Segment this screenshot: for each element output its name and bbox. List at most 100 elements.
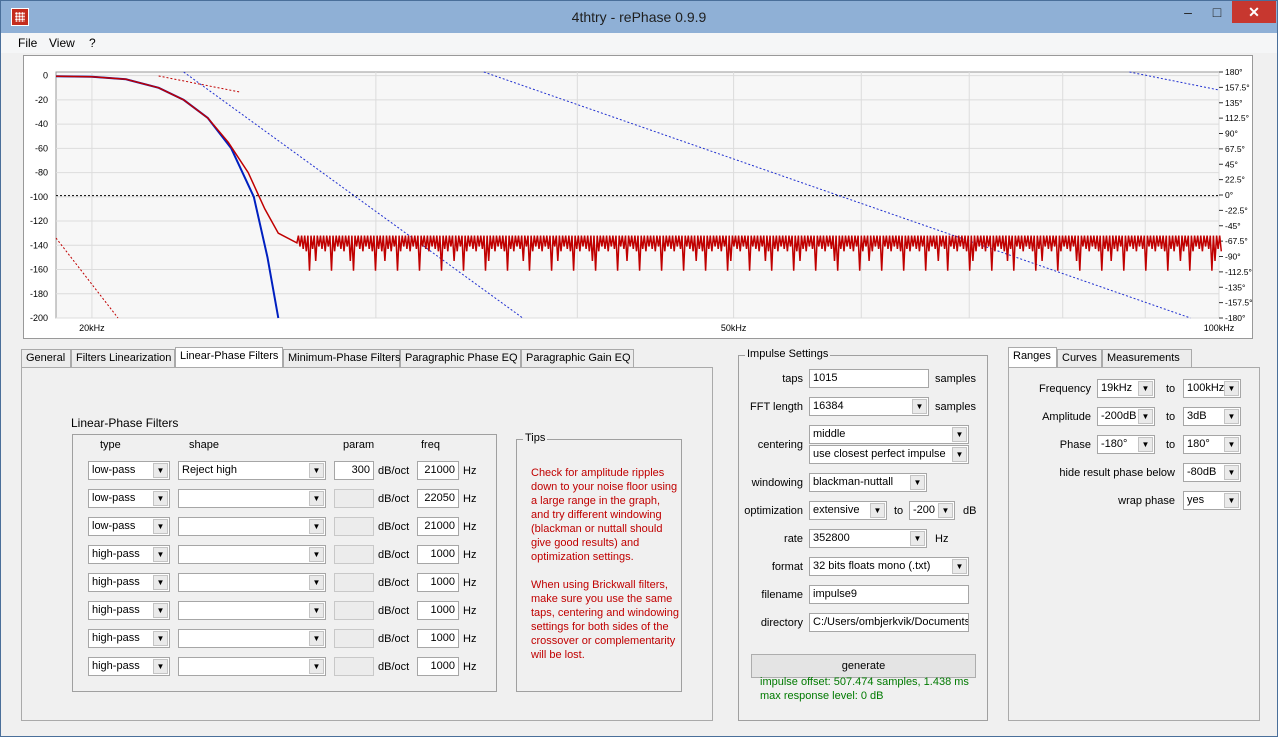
- filter-param-input[interactable]: [334, 517, 374, 536]
- filter-type-select[interactable]: low-pass ▼: [88, 517, 170, 536]
- hide-phase-select[interactable]: -80dB ▼: [1183, 463, 1241, 482]
- close-button[interactable]: ✕: [1232, 1, 1276, 23]
- filter-shape-select[interactable]: ▼: [178, 657, 326, 676]
- tab-curves[interactable]: Curves: [1057, 349, 1102, 367]
- chevron-down-icon[interactable]: ▼: [309, 519, 324, 534]
- generate-button[interactable]: generate: [751, 654, 976, 678]
- chevron-down-icon[interactable]: ▼: [910, 475, 925, 490]
- wrap-phase-select[interactable]: yes ▼: [1183, 491, 1241, 510]
- filter-param-input[interactable]: [334, 545, 374, 564]
- filter-freq-input[interactable]: 1000: [417, 657, 459, 676]
- chevron-down-icon[interactable]: ▼: [153, 631, 168, 646]
- frequency-from-select[interactable]: 19kHz ▼: [1097, 379, 1155, 398]
- filter-freq-input[interactable]: 1000: [417, 601, 459, 620]
- filter-param-input[interactable]: [334, 629, 374, 648]
- directory-input[interactable]: C:/Users/ombjerkvik/Documents/: [809, 613, 969, 632]
- chevron-down-icon[interactable]: ▼: [309, 603, 324, 618]
- filter-freq-input[interactable]: 21000: [417, 461, 459, 480]
- chevron-down-icon[interactable]: ▼: [153, 519, 168, 534]
- chevron-down-icon[interactable]: ▼: [153, 547, 168, 562]
- tab-minimum-phase-filters[interactable]: Minimum-Phase Filters: [283, 349, 400, 367]
- frequency-to-select[interactable]: 100kHz ▼: [1183, 379, 1241, 398]
- filter-param-input[interactable]: [334, 573, 374, 592]
- chevron-down-icon[interactable]: ▼: [1138, 437, 1153, 452]
- chevron-down-icon[interactable]: ▼: [1224, 381, 1239, 396]
- optimization-select[interactable]: extensive ▼: [809, 501, 887, 520]
- chevron-down-icon[interactable]: ▼: [309, 631, 324, 646]
- tab-linear-phase-filters[interactable]: Linear-Phase Filters: [175, 347, 283, 367]
- chevron-down-icon[interactable]: ▼: [309, 575, 324, 590]
- tab-measurements[interactable]: Measurements: [1102, 349, 1192, 367]
- filter-type-select[interactable]: high-pass ▼: [88, 657, 170, 676]
- filter-type-select[interactable]: low-pass ▼: [88, 461, 170, 480]
- phase-to-select[interactable]: 180° ▼: [1183, 435, 1241, 454]
- amplitude-from-select[interactable]: -200dB ▼: [1097, 407, 1155, 426]
- chevron-down-icon[interactable]: ▼: [153, 659, 168, 674]
- centering-select[interactable]: middle ▼: [809, 425, 969, 444]
- centering-mode-select[interactable]: use closest perfect impulse ▼: [809, 445, 969, 464]
- tab-filters-linearization[interactable]: Filters Linearization: [71, 349, 175, 367]
- filter-shape-select[interactable]: ▼: [178, 629, 326, 648]
- chevron-down-icon[interactable]: ▼: [1224, 437, 1239, 452]
- chevron-down-icon[interactable]: ▼: [309, 491, 324, 506]
- phase-from-select[interactable]: -180° ▼: [1097, 435, 1155, 454]
- chevron-down-icon[interactable]: ▼: [1138, 381, 1153, 396]
- chevron-down-icon[interactable]: ▼: [910, 531, 925, 546]
- filter-type-select[interactable]: high-pass ▼: [88, 601, 170, 620]
- filter-shape-select[interactable]: ▼: [178, 517, 326, 536]
- menu-help[interactable]: ?: [89, 36, 96, 50]
- filter-freq-input[interactable]: 1000: [417, 629, 459, 648]
- rate-select[interactable]: 352800 ▼: [809, 529, 927, 548]
- windowing-select[interactable]: blackman-nuttall ▼: [809, 473, 927, 492]
- filter-shape-select[interactable]: ▼: [178, 601, 326, 620]
- chevron-down-icon[interactable]: ▼: [153, 575, 168, 590]
- chevron-down-icon[interactable]: ▼: [1224, 465, 1239, 480]
- graph-svg[interactable]: 0 -20 -40 -60 -80 -100 -120 -140 -160 -180 -200 180…: [24, 56, 1252, 338]
- response-graph[interactable]: 0 -20 -40 -60 -80 -100 -120 -140 -160 -180 -200 180…: [23, 55, 1253, 339]
- chevron-down-icon[interactable]: ▼: [952, 447, 967, 462]
- filter-type-select[interactable]: high-pass ▼: [88, 629, 170, 648]
- amplitude-to-select[interactable]: 3dB ▼: [1183, 407, 1241, 426]
- filter-param-input[interactable]: [334, 657, 374, 676]
- filter-type-select[interactable]: high-pass ▼: [88, 573, 170, 592]
- menu-file[interactable]: File: [18, 36, 37, 50]
- maximize-button[interactable]: □: [1204, 1, 1230, 23]
- chevron-down-icon[interactable]: ▼: [153, 603, 168, 618]
- fft-length-select[interactable]: 16384 ▼: [809, 397, 929, 416]
- format-select[interactable]: 32 bits floats mono (.txt) ▼: [809, 557, 969, 576]
- chevron-down-icon[interactable]: ▼: [870, 503, 885, 518]
- minimize-button[interactable]: ‒: [1175, 1, 1201, 23]
- filter-freq-input[interactable]: 1000: [417, 545, 459, 564]
- filter-shape-select[interactable]: ▼: [178, 573, 326, 592]
- filter-freq-input[interactable]: 1000: [417, 573, 459, 592]
- chevron-down-icon[interactable]: ▼: [912, 399, 927, 414]
- chevron-down-icon[interactable]: ▼: [952, 427, 967, 442]
- chevron-down-icon[interactable]: ▼: [1224, 493, 1239, 508]
- optimization-db-select[interactable]: -200 ▼: [909, 501, 955, 520]
- filter-param-input[interactable]: 300: [334, 461, 374, 480]
- menu-view[interactable]: View: [49, 36, 75, 50]
- filter-freq-input[interactable]: 22050: [417, 489, 459, 508]
- chevron-down-icon[interactable]: ▼: [153, 491, 168, 506]
- tab-general[interactable]: General: [21, 349, 71, 367]
- filename-input[interactable]: impulse9: [809, 585, 969, 604]
- tab-paragraphic-gain-eq[interactable]: Paragraphic Gain EQ: [521, 349, 634, 367]
- filter-shape-select[interactable]: ▼: [178, 545, 326, 564]
- chevron-down-icon[interactable]: ▼: [1224, 409, 1239, 424]
- filter-param-input[interactable]: [334, 489, 374, 508]
- filter-type-select[interactable]: low-pass ▼: [88, 489, 170, 508]
- chevron-down-icon[interactable]: ▼: [309, 547, 324, 562]
- taps-input[interactable]: 1015: [809, 369, 929, 388]
- title-bar[interactable]: 4thtry - rePhase 0.9.9 ‒ □ ✕: [1, 1, 1277, 33]
- chevron-down-icon[interactable]: ▼: [938, 503, 953, 518]
- filter-type-select[interactable]: high-pass ▼: [88, 545, 170, 564]
- filter-shape-select[interactable]: ▼: [178, 489, 326, 508]
- filter-freq-input[interactable]: 21000: [417, 517, 459, 536]
- filter-shape-select[interactable]: Reject high ▼: [178, 461, 326, 480]
- filter-param-input[interactable]: [334, 601, 374, 620]
- chevron-down-icon[interactable]: ▼: [309, 659, 324, 674]
- chevron-down-icon[interactable]: ▼: [309, 463, 324, 478]
- chevron-down-icon[interactable]: ▼: [153, 463, 168, 478]
- chevron-down-icon[interactable]: ▼: [952, 559, 967, 574]
- chevron-down-icon[interactable]: ▼: [1138, 409, 1153, 424]
